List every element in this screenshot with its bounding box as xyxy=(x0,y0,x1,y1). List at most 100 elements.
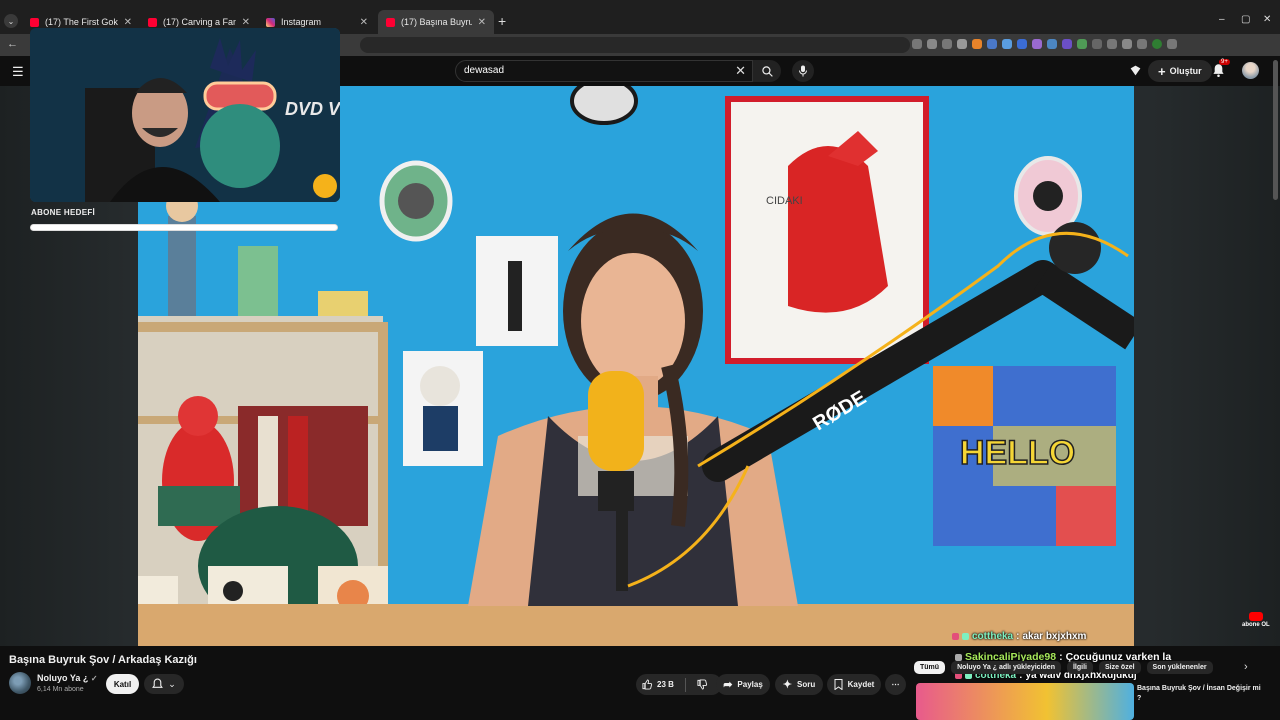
extension-icon[interactable] xyxy=(1107,39,1117,49)
chip-all[interactable]: Tümü xyxy=(914,660,946,674)
channel-name[interactable]: Noluyo Ya ¿ ✓ xyxy=(37,673,98,683)
menu-dots-icon[interactable] xyxy=(1167,39,1177,49)
extension-icon[interactable] xyxy=(1017,39,1027,49)
tab-search-button[interactable]: ⌄ xyxy=(4,14,18,28)
divider xyxy=(684,677,686,692)
chat-separator: : xyxy=(1016,631,1020,642)
subscription-bell-button[interactable]: ⌄ xyxy=(144,674,184,694)
youtube-play-icon xyxy=(1248,612,1263,621)
create-label: Oluştur xyxy=(1169,66,1202,76)
create-button[interactable]: + Oluştur xyxy=(1148,60,1212,82)
webcam-overlay: DVD VIDEO xyxy=(30,28,340,202)
like-button[interactable]: 23 B xyxy=(642,679,674,690)
ask-label: Soru xyxy=(796,680,816,689)
chevron-down-icon: ⌄ xyxy=(168,678,176,689)
sparkle-icon: ✦ xyxy=(782,679,792,691)
like-count: 23 B xyxy=(657,680,674,689)
close-tab-icon[interactable]: ✕ xyxy=(242,17,250,28)
close-window-button[interactable]: ✕ xyxy=(1263,14,1271,25)
youtube-favicon-icon xyxy=(148,17,157,27)
new-tab-button[interactable]: + xyxy=(498,14,506,28)
recommended-video-title[interactable]: Başına Buyruk Şov / İnsan Değişir mi ? xyxy=(1137,684,1262,704)
extensions-puzzle-icon[interactable] xyxy=(1122,39,1132,49)
search-input[interactable]: dewasad xyxy=(464,65,504,76)
extension-icon[interactable] xyxy=(1077,39,1087,49)
search-button[interactable] xyxy=(753,60,781,82)
save-label: Kaydet xyxy=(847,680,875,689)
channel-name-text: Noluyo Ya ¿ xyxy=(37,673,89,683)
extension-icon[interactable] xyxy=(972,39,982,49)
eye-off-icon[interactable] xyxy=(942,39,952,49)
profile-icon[interactable] xyxy=(1152,39,1162,49)
thumbs-down-icon[interactable] xyxy=(697,679,708,690)
recommended-video-thumbnail[interactable] xyxy=(916,683,1134,720)
subscribe-logo-text: abone OL xyxy=(1242,622,1270,628)
extension-icon[interactable] xyxy=(1002,39,1012,49)
subscriber-count: 6,14 Mn abone xyxy=(37,686,84,693)
chat-message: cottheka : akar bxjxhxm xyxy=(952,631,1086,642)
zoom-icon[interactable] xyxy=(912,39,922,49)
dvd-logo: DVD VIDEO xyxy=(285,99,340,119)
verified-badge-icon: ✓ xyxy=(90,674,98,683)
join-button[interactable]: Katıl xyxy=(106,674,139,694)
install-icon[interactable] xyxy=(927,39,937,49)
page-scrollbar[interactable] xyxy=(1273,60,1278,200)
save-button[interactable]: Kaydet xyxy=(827,674,881,695)
subscriber-goal-fill xyxy=(31,225,337,230)
close-tab-icon[interactable]: ✕ xyxy=(478,17,486,28)
more-actions-button[interactable]: ⋯ xyxy=(885,674,906,695)
search-box[interactable]: dewasad ✕ xyxy=(455,60,753,82)
tab-title: Instagram xyxy=(281,17,322,27)
share-icon: ➦ xyxy=(723,679,733,691)
browser-tab-4[interactable]: (17) Başına Buyruk Şov / Arkada ✕ xyxy=(378,10,494,34)
hamburger-menu-icon[interactable]: ☰ xyxy=(12,64,24,80)
chip-recently-uploaded[interactable]: Son yüklenenler xyxy=(1146,660,1213,674)
avatar[interactable] xyxy=(1242,62,1259,79)
extension-icon[interactable] xyxy=(1092,39,1102,49)
like-dislike-group: 23 B xyxy=(636,674,722,695)
close-tab-icon[interactable]: ✕ xyxy=(124,17,132,28)
minimize-button[interactable]: – xyxy=(1219,14,1225,25)
tab-title: (17) The First Gokturk | Pre-Pro xyxy=(45,17,118,27)
chevron-right-icon[interactable]: › xyxy=(1244,661,1248,673)
subscriber-goal-label: ABONE HEDEFİ xyxy=(31,208,96,217)
address-bar[interactable] xyxy=(360,37,910,53)
cast-icon[interactable] xyxy=(1129,64,1142,77)
ask-button[interactable]: ✦ Soru xyxy=(775,674,823,695)
chat-badge-icon xyxy=(952,633,959,640)
youtube-favicon-icon xyxy=(386,17,395,27)
chat-username: cottheka xyxy=(972,631,1014,642)
painting-label: CIDAKI xyxy=(766,195,803,207)
notification-badge: 9+ xyxy=(1219,59,1230,65)
more-icon: ⋯ xyxy=(891,680,900,689)
share-label: Paylaş xyxy=(737,680,763,689)
instagram-favicon-icon xyxy=(266,17,275,27)
bookmark-icon xyxy=(834,679,843,690)
plus-icon: + xyxy=(1158,63,1166,79)
subscriber-goal-bar xyxy=(30,224,338,231)
thumbs-up-icon xyxy=(642,679,653,690)
sidepanel-icon[interactable] xyxy=(1137,39,1147,49)
notifications-bell-icon[interactable] xyxy=(1212,63,1225,77)
star-icon[interactable] xyxy=(957,39,967,49)
extension-icons xyxy=(912,39,1177,49)
extension-icon[interactable] xyxy=(1047,39,1057,49)
extension-icon[interactable] xyxy=(1032,39,1042,49)
poster-text: HELLO xyxy=(960,434,1075,472)
extension-icon[interactable] xyxy=(1062,39,1072,49)
webcam-scene: DVD VIDEO xyxy=(30,28,340,202)
extension-icon[interactable] xyxy=(987,39,997,49)
back-arrow-icon[interactable]: ← xyxy=(7,38,18,50)
voice-search-button[interactable] xyxy=(792,60,814,82)
chat-text: akar bxjxhxm xyxy=(1022,631,1087,642)
share-button[interactable]: ➦ Paylaş xyxy=(716,674,770,695)
chip-from-uploader[interactable]: Noluyo Ya ¿ adlı yükleyiciden xyxy=(951,660,1061,674)
youtube-favicon-icon xyxy=(30,17,39,27)
bell-icon xyxy=(152,678,164,688)
channel-avatar[interactable] xyxy=(9,672,31,694)
close-tab-icon[interactable]: ✕ xyxy=(360,17,368,28)
close-icon[interactable]: ✕ xyxy=(735,63,746,79)
maximize-button[interactable]: ▢ xyxy=(1241,14,1250,25)
chip-related[interactable]: İlgili xyxy=(1066,660,1093,674)
chip-for-you[interactable]: Size özel xyxy=(1098,660,1141,674)
